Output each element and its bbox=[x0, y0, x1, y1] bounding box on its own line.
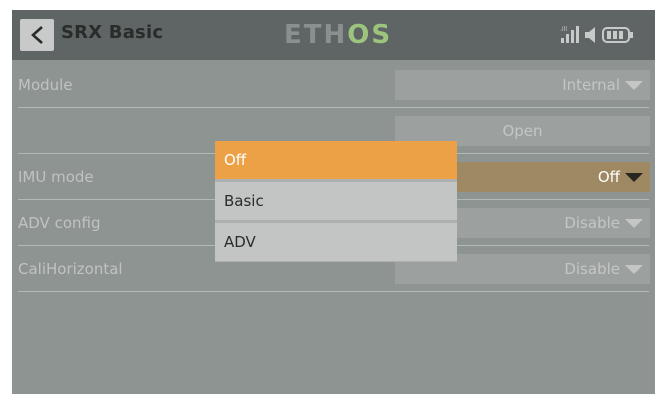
row-divider bbox=[18, 291, 649, 292]
svg-text:.Ill: .Ill bbox=[560, 26, 567, 33]
cali-horizontal-label: CaliHorizontal bbox=[18, 260, 123, 278]
adv-config-label: ADV config bbox=[18, 214, 101, 232]
cali-horizontal-value: Disable bbox=[564, 260, 620, 278]
dropdown-arrow-icon bbox=[625, 173, 643, 182]
battery-icon bbox=[602, 27, 633, 43]
imu-mode-label: IMU mode bbox=[18, 168, 94, 186]
dropdown-arrow-icon bbox=[625, 265, 643, 274]
adv-config-value: Disable bbox=[564, 214, 620, 232]
radio-screen: SRX Basic ETHOS .Ill Module Internal Ope… bbox=[12, 10, 655, 394]
option-adv[interactable]: ADV bbox=[215, 223, 457, 261]
option-off[interactable]: Off bbox=[215, 141, 457, 179]
speaker-icon bbox=[585, 27, 595, 43]
module-value: Internal bbox=[562, 76, 620, 94]
module-select[interactable]: Internal bbox=[395, 70, 650, 100]
dropdown-arrow-icon bbox=[625, 81, 643, 90]
module-label: Module bbox=[18, 76, 73, 94]
back-button[interactable] bbox=[20, 19, 54, 51]
dropdown-arrow-icon bbox=[625, 219, 643, 228]
chevron-left-icon bbox=[31, 26, 43, 44]
row-module: Module Internal bbox=[12, 62, 655, 108]
ethos-logo: ETHOS bbox=[284, 20, 393, 50]
option-basic[interactable]: Basic bbox=[215, 182, 457, 220]
imu-mode-value: Off bbox=[597, 168, 620, 186]
imu-mode-dropdown-popup: Off Basic ADV bbox=[215, 141, 457, 262]
page-title: SRX Basic bbox=[61, 22, 164, 43]
header-bar: SRX Basic ETHOS .Ill bbox=[12, 10, 655, 60]
